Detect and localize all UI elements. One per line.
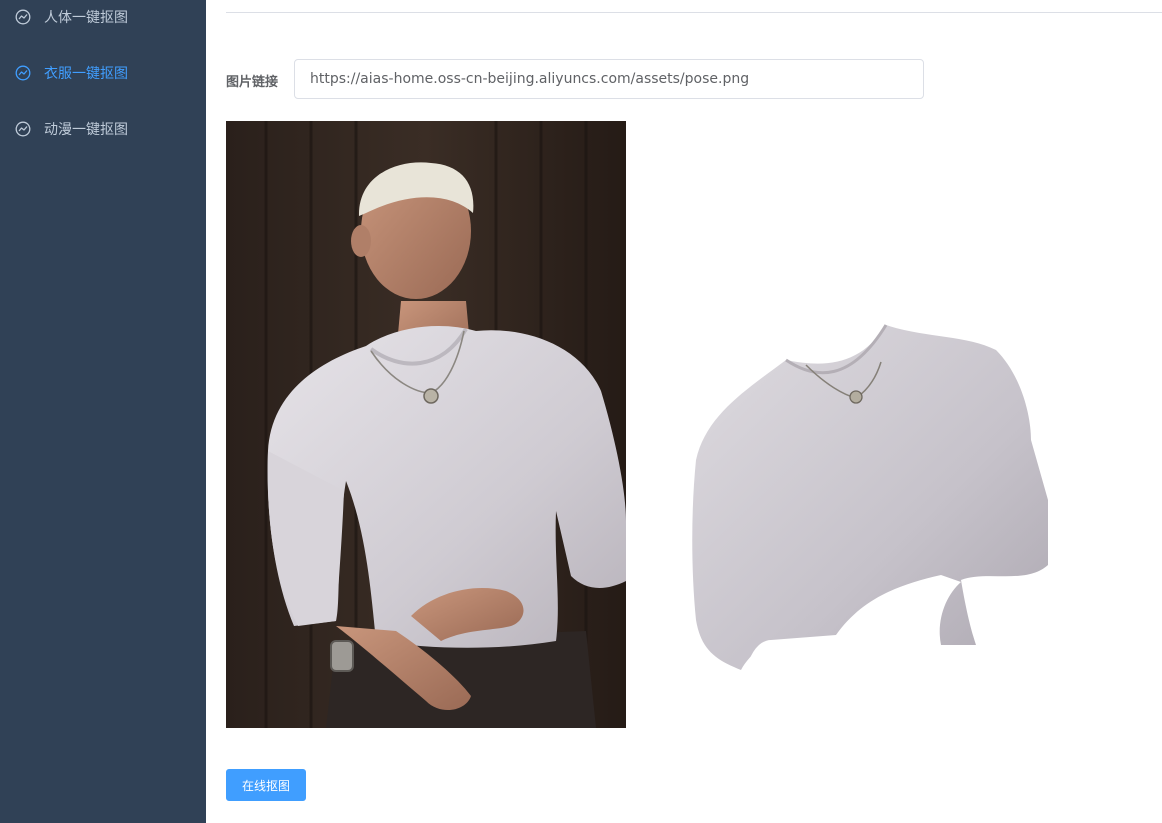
- cutout-button[interactable]: 在线抠图: [226, 769, 306, 801]
- result-image: [686, 320, 1056, 680]
- sidebar-item-anime-cutout[interactable]: 动漫一键抠图: [0, 101, 206, 157]
- url-input[interactable]: [294, 59, 924, 99]
- sidebar: 人体一键抠图 衣服一键抠图 动漫一键抠图: [0, 0, 206, 823]
- sidebar-item-label: 动漫一键抠图: [44, 122, 128, 138]
- app: 人体一键抠图 衣服一键抠图 动漫一键抠图 图片链接 https://aias-h…: [0, 0, 1162, 823]
- sidebar-item-label: 衣服一键抠图: [44, 66, 128, 82]
- original-image: [226, 121, 626, 728]
- sidebar-item-label: 人体一键抠图: [44, 10, 128, 26]
- sidebar-item-body-cutout[interactable]: 人体一键抠图: [0, 0, 206, 45]
- main-content: 图片链接 https://aias-home.oss-cn-beijing.al…: [206, 0, 1162, 823]
- url-label: 图片链接: [226, 75, 279, 90]
- chart-icon: [15, 9, 31, 25]
- chart-icon: [15, 121, 31, 137]
- divider: [226, 12, 1162, 13]
- sidebar-item-clothes-cutout[interactable]: 衣服一键抠图: [0, 45, 206, 101]
- chart-icon: [15, 65, 31, 81]
